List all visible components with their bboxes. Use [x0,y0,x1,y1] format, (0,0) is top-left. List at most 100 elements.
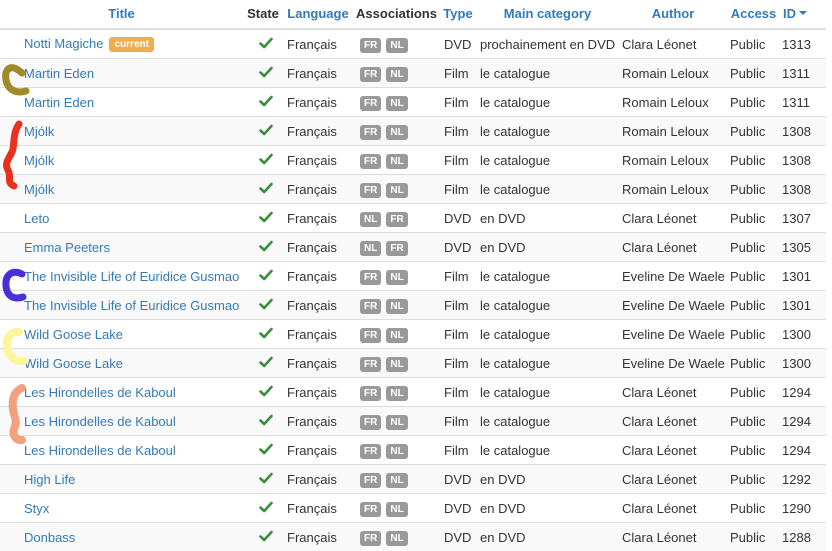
published-check-icon[interactable] [259,443,273,455]
title-link[interactable]: Mjólk [24,182,54,197]
title-link[interactable]: Martin Eden [24,95,94,110]
published-check-icon[interactable] [259,37,273,49]
title-link[interactable]: Styx [24,501,49,516]
published-check-icon[interactable] [259,95,273,107]
association-badge[interactable]: NL [386,357,407,372]
published-check-icon[interactable] [259,327,273,339]
association-badge[interactable]: FR [360,125,381,140]
association-badge[interactable]: FR [360,444,381,459]
association-badge[interactable]: NL [386,183,407,198]
association-badge[interactable]: NL [386,38,407,53]
published-check-icon[interactable] [259,385,273,397]
table-row: Wild Goose LakeFrançaisFRNLFilmle catalo… [0,320,826,349]
published-check-icon[interactable] [259,530,273,542]
association-badge[interactable]: FR [360,38,381,53]
association-badge[interactable]: FR [360,502,381,517]
column-header-main-category[interactable]: Main category [476,0,619,29]
published-check-icon[interactable] [259,356,273,368]
published-check-icon[interactable] [259,66,273,78]
title-link[interactable]: Notti Magiche [24,36,103,51]
association-badge[interactable]: NL [386,67,407,82]
association-badge[interactable]: FR [360,328,381,343]
association-badge[interactable]: FR [386,241,407,256]
association-badge[interactable]: FR [360,67,381,82]
title-cell: Martin Eden [0,88,243,117]
association-badge[interactable]: NL [386,531,407,546]
association-badge[interactable]: NL [360,212,381,227]
published-check-icon[interactable] [259,182,273,194]
state-cell [243,59,283,88]
association-badge[interactable]: NL [386,125,407,140]
title-link[interactable]: The Invisible Life of Euridice Gusmao [24,269,239,284]
association-badge[interactable]: NL [386,154,407,169]
association-badge[interactable]: NL [386,473,407,488]
title-link[interactable]: Emma Peeters [24,240,110,255]
id-cell: 1307 [780,204,826,233]
title-link[interactable]: Mjólk [24,153,54,168]
associations-cell: FR NL [353,262,440,291]
association-badge[interactable]: NL [386,96,407,111]
language-cell: Français [283,436,353,465]
title-link[interactable]: Martin Eden [24,66,94,81]
association-badge[interactable]: FR [386,212,407,227]
id-cell: 1308 [780,146,826,175]
column-header-title[interactable]: Title [0,0,243,29]
type-cell: Film [440,378,476,407]
table-row: Les Hirondelles de KaboulFrançaisFRNLFil… [0,436,826,465]
title-link[interactable]: Wild Goose Lake [24,356,123,371]
title-cell: Styx [0,494,243,523]
association-badge[interactable]: FR [360,473,381,488]
title-cell: Mjólk [0,175,243,204]
title-link[interactable]: The Invisible Life of Euridice Gusmao [24,298,239,313]
author-cell: Romain Leloux [619,146,727,175]
association-badge[interactable]: FR [360,531,381,546]
access-cell: Public [727,262,780,291]
association-badge[interactable]: NL [386,444,407,459]
title-link[interactable]: Leto [24,211,49,226]
published-check-icon[interactable] [259,472,273,484]
column-header-access[interactable]: Access [727,0,780,29]
type-cell: DVD [440,204,476,233]
column-header-type[interactable]: Type [440,0,476,29]
published-check-icon[interactable] [259,414,273,426]
title-link[interactable]: Wild Goose Lake [24,327,123,342]
association-badge[interactable]: FR [360,357,381,372]
association-badge[interactable]: NL [386,415,407,430]
published-check-icon[interactable] [259,269,273,281]
published-check-icon[interactable] [259,240,273,252]
association-badge[interactable]: NL [386,328,407,343]
association-badge[interactable]: FR [360,386,381,401]
published-check-icon[interactable] [259,211,273,223]
published-check-icon[interactable] [259,124,273,136]
association-badge[interactable]: FR [360,270,381,285]
column-header-id-label: ID [783,6,796,21]
title-cell: Les Hirondelles de Kaboul [0,378,243,407]
association-badge[interactable]: NL [386,270,407,285]
title-link[interactable]: Mjólk [24,124,54,139]
association-badge[interactable]: NL [386,299,407,314]
language-cell: Français [283,407,353,436]
title-link[interactable]: Les Hirondelles de Kaboul [24,414,176,429]
title-link[interactable]: Les Hirondelles de Kaboul [24,443,176,458]
published-check-icon[interactable] [259,501,273,513]
column-header-language[interactable]: Language [283,0,353,29]
association-badge[interactable]: FR [360,299,381,314]
association-badge[interactable]: NL [360,241,381,256]
column-header-author[interactable]: Author [619,0,727,29]
language-cell: Français [283,262,353,291]
association-badge[interactable]: FR [360,415,381,430]
association-badge[interactable]: FR [360,154,381,169]
title-link[interactable]: Donbass [24,530,75,545]
table-row: Wild Goose LakeFrançaisFRNLFilmle catalo… [0,349,826,378]
title-link[interactable]: Les Hirondelles de Kaboul [24,385,176,400]
association-badge[interactable]: FR [360,183,381,198]
published-check-icon[interactable] [259,153,273,165]
column-header-id[interactable]: ID [780,0,826,29]
main-category-cell: le catalogue [476,117,619,146]
association-badge[interactable]: NL [386,386,407,401]
title-link[interactable]: High Life [24,472,75,487]
association-badge[interactable]: NL [386,502,407,517]
table-row: Les Hirondelles de KaboulFrançaisFRNLFil… [0,407,826,436]
published-check-icon[interactable] [259,298,273,310]
association-badge[interactable]: FR [360,96,381,111]
